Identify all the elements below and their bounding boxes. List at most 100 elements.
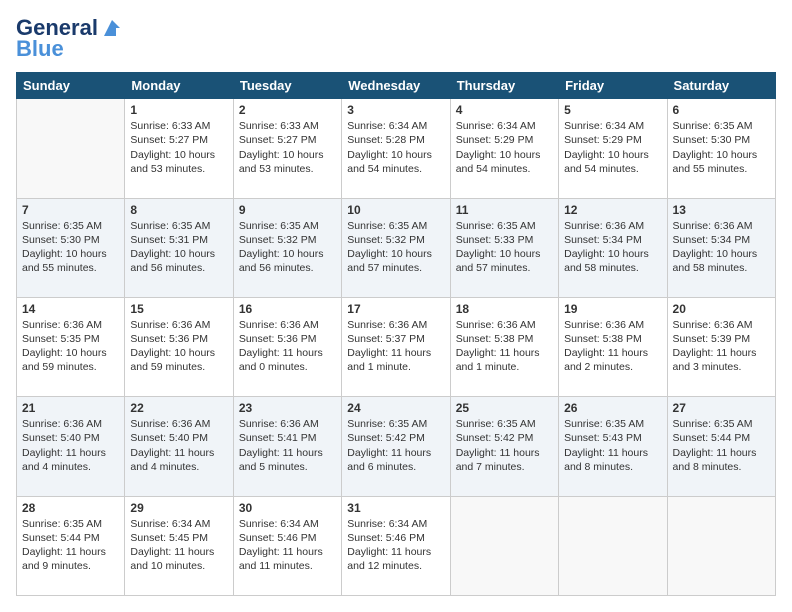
day-number: 2 — [239, 103, 336, 117]
calendar-week-row: 21Sunrise: 6:36 AMSunset: 5:40 PMDayligh… — [17, 397, 776, 496]
day-number: 4 — [456, 103, 553, 117]
sunset-text: Sunset: 5:34 PM — [673, 233, 770, 247]
sunset-text: Sunset: 5:42 PM — [456, 431, 553, 445]
sunrise-text: Sunrise: 6:36 AM — [347, 318, 444, 332]
calendar-header-row: SundayMondayTuesdayWednesdayThursdayFrid… — [17, 73, 776, 99]
day-number: 24 — [347, 401, 444, 415]
sunset-text: Sunset: 5:40 PM — [22, 431, 119, 445]
calendar-cell: 18Sunrise: 6:36 AMSunset: 5:38 PMDayligh… — [450, 297, 558, 396]
page: General Blue SundayMondayTuesdayWednesda… — [0, 0, 792, 612]
calendar-table: SundayMondayTuesdayWednesdayThursdayFrid… — [16, 72, 776, 596]
weekday-header: Monday — [125, 73, 233, 99]
sunrise-text: Sunrise: 6:36 AM — [239, 417, 336, 431]
sunset-text: Sunset: 5:44 PM — [673, 431, 770, 445]
daylight-text: Daylight: 10 hours and 56 minutes. — [239, 247, 336, 275]
day-number: 3 — [347, 103, 444, 117]
day-number: 21 — [22, 401, 119, 415]
calendar-cell: 28Sunrise: 6:35 AMSunset: 5:44 PMDayligh… — [17, 496, 125, 595]
calendar-cell: 29Sunrise: 6:34 AMSunset: 5:45 PMDayligh… — [125, 496, 233, 595]
calendar-cell: 5Sunrise: 6:34 AMSunset: 5:29 PMDaylight… — [559, 99, 667, 198]
sunset-text: Sunset: 5:36 PM — [130, 332, 227, 346]
daylight-text: Daylight: 10 hours and 54 minutes. — [564, 148, 661, 176]
sunrise-text: Sunrise: 6:33 AM — [239, 119, 336, 133]
calendar-cell: 6Sunrise: 6:35 AMSunset: 5:30 PMDaylight… — [667, 99, 775, 198]
sunset-text: Sunset: 5:40 PM — [130, 431, 227, 445]
calendar-cell: 3Sunrise: 6:34 AMSunset: 5:28 PMDaylight… — [342, 99, 450, 198]
daylight-text: Daylight: 10 hours and 53 minutes. — [130, 148, 227, 176]
sunrise-text: Sunrise: 6:34 AM — [564, 119, 661, 133]
daylight-text: Daylight: 10 hours and 54 minutes. — [347, 148, 444, 176]
sunset-text: Sunset: 5:38 PM — [456, 332, 553, 346]
calendar-cell: 2Sunrise: 6:33 AMSunset: 5:27 PMDaylight… — [233, 99, 341, 198]
calendar-week-row: 7Sunrise: 6:35 AMSunset: 5:30 PMDaylight… — [17, 198, 776, 297]
day-number: 26 — [564, 401, 661, 415]
calendar-cell: 1Sunrise: 6:33 AMSunset: 5:27 PMDaylight… — [125, 99, 233, 198]
sunrise-text: Sunrise: 6:34 AM — [347, 517, 444, 531]
sunset-text: Sunset: 5:36 PM — [239, 332, 336, 346]
calendar-week-row: 28Sunrise: 6:35 AMSunset: 5:44 PMDayligh… — [17, 496, 776, 595]
day-number: 5 — [564, 103, 661, 117]
logo: General Blue — [16, 16, 124, 62]
sunrise-text: Sunrise: 6:35 AM — [456, 417, 553, 431]
sunrise-text: Sunrise: 6:36 AM — [456, 318, 553, 332]
sunrise-text: Sunrise: 6:35 AM — [22, 219, 119, 233]
sunset-text: Sunset: 5:32 PM — [347, 233, 444, 247]
calendar-cell: 30Sunrise: 6:34 AMSunset: 5:46 PMDayligh… — [233, 496, 341, 595]
sunset-text: Sunset: 5:27 PM — [239, 133, 336, 147]
daylight-text: Daylight: 11 hours and 1 minute. — [456, 346, 553, 374]
daylight-text: Daylight: 10 hours and 55 minutes. — [22, 247, 119, 275]
sunrise-text: Sunrise: 6:36 AM — [22, 318, 119, 332]
sunset-text: Sunset: 5:29 PM — [456, 133, 553, 147]
calendar-cell: 16Sunrise: 6:36 AMSunset: 5:36 PMDayligh… — [233, 297, 341, 396]
sunrise-text: Sunrise: 6:36 AM — [673, 318, 770, 332]
day-number: 15 — [130, 302, 227, 316]
sunset-text: Sunset: 5:44 PM — [22, 531, 119, 545]
daylight-text: Daylight: 10 hours and 54 minutes. — [456, 148, 553, 176]
sunset-text: Sunset: 5:35 PM — [22, 332, 119, 346]
sunset-text: Sunset: 5:42 PM — [347, 431, 444, 445]
day-number: 27 — [673, 401, 770, 415]
calendar-cell: 15Sunrise: 6:36 AMSunset: 5:36 PMDayligh… — [125, 297, 233, 396]
sunset-text: Sunset: 5:31 PM — [130, 233, 227, 247]
daylight-text: Daylight: 11 hours and 12 minutes. — [347, 545, 444, 573]
calendar-cell — [17, 99, 125, 198]
weekday-header: Friday — [559, 73, 667, 99]
daylight-text: Daylight: 10 hours and 59 minutes. — [130, 346, 227, 374]
calendar-cell: 13Sunrise: 6:36 AMSunset: 5:34 PMDayligh… — [667, 198, 775, 297]
calendar-cell: 9Sunrise: 6:35 AMSunset: 5:32 PMDaylight… — [233, 198, 341, 297]
calendar-cell: 31Sunrise: 6:34 AMSunset: 5:46 PMDayligh… — [342, 496, 450, 595]
day-number: 28 — [22, 501, 119, 515]
daylight-text: Daylight: 10 hours and 57 minutes. — [347, 247, 444, 275]
sunrise-text: Sunrise: 6:35 AM — [130, 219, 227, 233]
daylight-text: Daylight: 11 hours and 1 minute. — [347, 346, 444, 374]
day-number: 10 — [347, 203, 444, 217]
sunset-text: Sunset: 5:46 PM — [239, 531, 336, 545]
weekday-header: Thursday — [450, 73, 558, 99]
calendar-cell: 22Sunrise: 6:36 AMSunset: 5:40 PMDayligh… — [125, 397, 233, 496]
sunrise-text: Sunrise: 6:36 AM — [673, 219, 770, 233]
calendar-cell: 26Sunrise: 6:35 AMSunset: 5:43 PMDayligh… — [559, 397, 667, 496]
daylight-text: Daylight: 11 hours and 8 minutes. — [673, 446, 770, 474]
sunrise-text: Sunrise: 6:36 AM — [239, 318, 336, 332]
daylight-text: Daylight: 10 hours and 55 minutes. — [673, 148, 770, 176]
sunset-text: Sunset: 5:37 PM — [347, 332, 444, 346]
sunset-text: Sunset: 5:34 PM — [564, 233, 661, 247]
day-number: 13 — [673, 203, 770, 217]
sunrise-text: Sunrise: 6:36 AM — [564, 219, 661, 233]
calendar-week-row: 14Sunrise: 6:36 AMSunset: 5:35 PMDayligh… — [17, 297, 776, 396]
daylight-text: Daylight: 10 hours and 58 minutes. — [564, 247, 661, 275]
day-number: 14 — [22, 302, 119, 316]
daylight-text: Daylight: 11 hours and 8 minutes. — [564, 446, 661, 474]
sunrise-text: Sunrise: 6:35 AM — [673, 119, 770, 133]
day-number: 9 — [239, 203, 336, 217]
daylight-text: Daylight: 11 hours and 5 minutes. — [239, 446, 336, 474]
calendar-cell: 25Sunrise: 6:35 AMSunset: 5:42 PMDayligh… — [450, 397, 558, 496]
calendar-cell: 10Sunrise: 6:35 AMSunset: 5:32 PMDayligh… — [342, 198, 450, 297]
sunset-text: Sunset: 5:41 PM — [239, 431, 336, 445]
day-number: 8 — [130, 203, 227, 217]
sunrise-text: Sunrise: 6:36 AM — [22, 417, 119, 431]
sunrise-text: Sunrise: 6:35 AM — [673, 417, 770, 431]
day-number: 17 — [347, 302, 444, 316]
header: General Blue — [16, 16, 776, 62]
calendar-cell: 19Sunrise: 6:36 AMSunset: 5:38 PMDayligh… — [559, 297, 667, 396]
